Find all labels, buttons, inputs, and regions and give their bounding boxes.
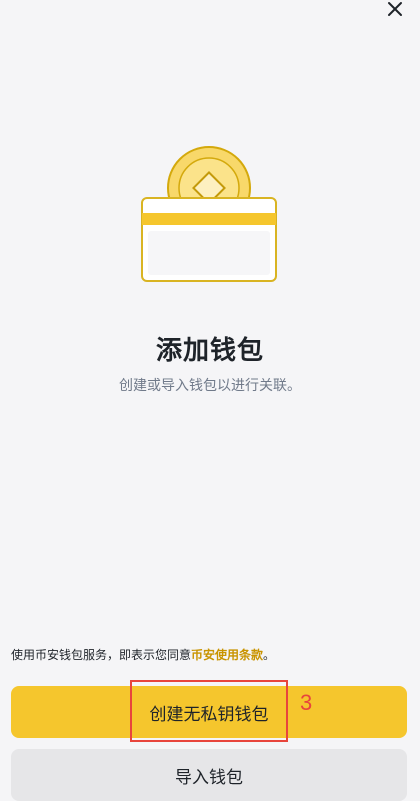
import-wallet-button[interactable]: 导入钱包 [11,749,407,801]
wallet-coin-illustration [141,146,277,282]
page-title: 添加钱包 [155,336,264,366]
terms-notice: 使用币安钱包服务，即表示您同意币安使用条款。 [11,646,275,663]
annotation-highlight-box [130,680,288,742]
import-wallet-label: 导入钱包 [175,767,243,788]
terms-link[interactable]: 币安使用条款 [191,648,263,662]
terms-prefix: 使用币安钱包服务，即表示您同意 [11,648,192,662]
page-subtitle: 创建或导入钱包以进行关联。 [119,378,301,394]
terms-suffix: 。 [263,648,276,662]
annotation-step-number: 3 [300,690,313,715]
close-icon [388,2,402,16]
close-button[interactable] [386,0,404,18]
wallet-illustration [141,145,277,283]
